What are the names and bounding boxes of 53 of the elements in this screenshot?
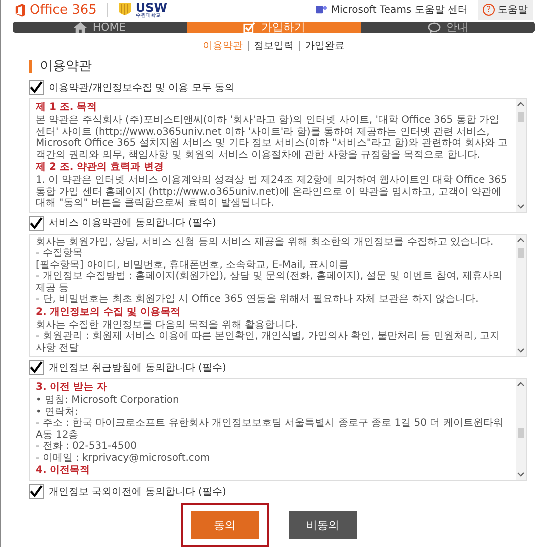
teams-icon (316, 5, 328, 15)
terms-text: - 수집항목 (36, 248, 84, 260)
checkbox-label: 서비스 이용약관에 동의합니다 (필수) (49, 217, 216, 230)
checkbox-label: 개인정보 취급방침에 동의합니다 (필수) (49, 362, 226, 374)
shield-logo-icon (118, 2, 132, 18)
terms-text: - 이메일 : krprivacy@microsoft.com (36, 452, 212, 464)
terms-text: [필수항목] 아이디, 비밀번호, 휴대폰번호, 소속학교, E-Mail, 표시이름 (36, 260, 350, 271)
school-logo-text: USW (136, 2, 168, 14)
scroll-up-icon[interactable] (517, 102, 525, 107)
scroll-up-icon[interactable] (517, 382, 525, 387)
terms-text: 1. 이 약관은 인터넷 서비스 이용계약의 성격상 법 제24조 제2항에 의거하여 웹사이트인 대학 Office 365 통합 가입 센터 홈페이지 (http://www.o365univ.net)에 온라인으로 이 약관을 명시하고, 고객이 약관에 대해 "동의" 버튼을 클릭함으로써 효력이 발생됩니다. (36, 175, 508, 210)
terms-heading: 제 2 조. 약관의 효력과 변경 (36, 162, 166, 174)
scrollbar[interactable] (516, 379, 526, 480)
scrollbar[interactable] (516, 99, 526, 212)
scroll-down-icon[interactable] (517, 204, 525, 208)
step-link[interactable]: 정보입력 (254, 39, 294, 53)
terms-heading: 3. 이전 받는 자 (36, 382, 108, 394)
help-button[interactable]: ? 도움말 (478, 0, 533, 20)
scroll-up-icon[interactable] (517, 238, 525, 242)
checkbox[interactable] (29, 216, 44, 230)
step-link[interactable]: 가입완료 (305, 39, 345, 53)
checkbox-label: 이용약관/개인정보수집 및 이용 모두 동의 (49, 82, 236, 94)
teams-help-link[interactable]: Microsoft Teams 도움말 센터 (331, 3, 468, 17)
scroll-down-icon[interactable] (517, 472, 525, 477)
office-logo-icon (15, 4, 26, 16)
terms-heading: 2. 개인정보의 수집 및 이용목적 (36, 306, 182, 318)
checkbox[interactable] (29, 80, 44, 95)
terms-text: - 단, 비밀번호는 최초 회원가입 시 Office 365 연동을 위해서 필요하나 자체 보관은 하지 않습니다. (36, 294, 480, 306)
terms-text: - 주소 : 한국 마이크로소프트 유한회사 개인정보보호팀 서울특별시 종로구 종로 1길 50 더 케이트윈타워 A동 12층 (36, 418, 504, 441)
chat-bubble-icon (428, 22, 440, 33)
checkbox[interactable] (29, 360, 44, 375)
terms-text: - 개인정보 수집방법 : 홈페이지(회원가입), 상담 및 문의(전화, 홈페이지), 설문 및 이벤트 참여, 제휴사의 제공 등 (36, 271, 504, 294)
terms-text: • 연락처: (36, 406, 80, 418)
home-icon (74, 22, 87, 33)
disagree-button[interactable]: 비동의 (289, 511, 357, 539)
checkbox[interactable] (29, 484, 44, 499)
scroll-thumb[interactable] (518, 112, 524, 122)
terms-text: - 회원관리 : 회원제 서비스 이용에 따른 본인확인, 개인식별, 가입의사 확인, 불만처리 등 민원처리, 고지사항 전달 (36, 331, 502, 354)
scroll-down-icon[interactable] (517, 348, 525, 353)
terms-heading: 4. 이전목적 (36, 465, 92, 477)
terms-text: • 명칭: Microsoft Corporation (36, 395, 180, 406)
scroll-thumb[interactable] (518, 248, 524, 258)
terms-text: 회사는 회원가입, 상담, 서비스 신청 등의 서비스 제공을 위해 최소한의 개인정보를 수집하고 있습니다. (36, 236, 495, 248)
checkbox-icon (242, 22, 256, 33)
terms-text: 회사는 수집한 개인정보를 다음의 목적을 위해 활용합니다. (36, 320, 300, 331)
scroll-thumb[interactable] (518, 428, 524, 438)
terms-heading: 제 1 조. 목적 (36, 102, 98, 114)
page-title: 이용약관 (40, 58, 92, 75)
terms-text: 본 약관은 주식회사 (주)포비스티앤씨(이하 '회사'라고 함)의 인터넷 사이트, '대학 Office 365 통합 가입 센터' 사이트 (http://www.o365univ.net 이하 '사이트'라 함)를 통하여 제공하는 인터넷 관련 서비스, Microsoft Office 365 설치지원 서비스 및 기타 정보 서비스(이하 "서비스"라고 함)와 관련하여 회사와 고객간의 권리와 의무, 책임사항 및 회원의 서비스 이용절차에 관한 사항을 규정함을 목적으로 합니다. (36, 115, 510, 161)
office-brand: Office 365 (30, 2, 97, 18)
scrollbar[interactable] (516, 234, 526, 356)
checkbox-label: 개인정보 국외이전에 동의합니다 (필수) (49, 486, 226, 498)
terms-text: - 전화 : 02-531-4500 (36, 441, 138, 452)
